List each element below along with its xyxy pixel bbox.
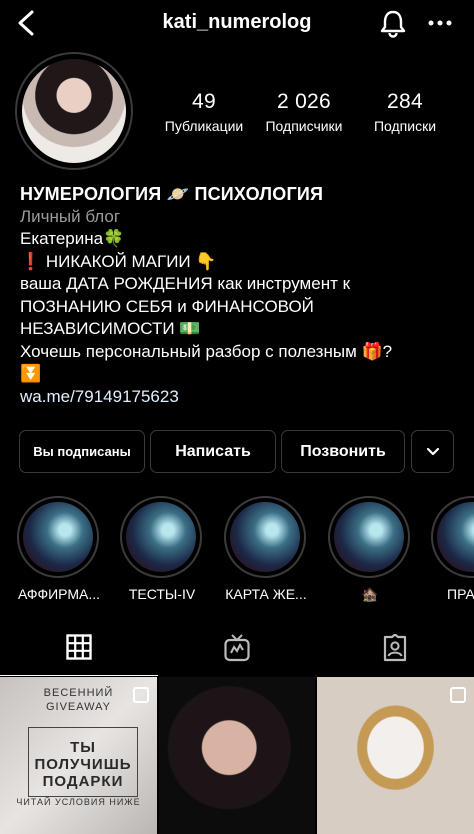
message-button[interactable]: Написать: [150, 430, 276, 473]
post-thumbnail[interactable]: ВЕСЕННИЙ GIVEAWAY ТЫ ПОЛУЧИШЬ ПОДАРКИ ЧИ…: [0, 677, 157, 834]
profile-category: Личный блог: [20, 206, 121, 226]
profile-tabs: [0, 620, 474, 676]
following-label: Подписки: [373, 118, 437, 134]
posts-count: 49: [192, 90, 216, 113]
stat-posts[interactable]: 49 Публикации: [154, 90, 254, 134]
bio-line: ⏬: [20, 364, 42, 383]
post-grid: ВЕСЕННИЙ GIVEAWAY ТЫ ПОЛУЧИШЬ ПОДАРКИ ЧИ…: [0, 677, 474, 834]
following-button[interactable]: Вы подписаны: [19, 430, 145, 473]
tagged-icon: [383, 634, 407, 662]
highlight-item[interactable]: АФФИРМА...: [17, 496, 101, 602]
highlight-ring: [328, 496, 410, 578]
tab-igtv[interactable]: [158, 620, 316, 676]
posts-label: Публикации: [164, 118, 244, 134]
highlight-ring: [17, 496, 99, 578]
bio-line: Хочешь персональный разбор с полезным 🎁?: [20, 341, 393, 361]
bio-link[interactable]: wa.me/79149175623: [20, 386, 460, 409]
post-thumbnail[interactable]: [317, 677, 474, 834]
stat-followers[interactable]: 2 026 Подписчики: [254, 90, 354, 134]
highlight-cover: [437, 502, 474, 572]
following-count: 284: [387, 90, 423, 113]
bio-line: НЕЗАВИСИМОСТИ 💵: [20, 319, 201, 338]
highlight-label: ПРА: [447, 586, 474, 602]
post-thumbnail[interactable]: [159, 677, 315, 834]
multi-post-icon: [450, 687, 466, 703]
followers-label: Подписчики: [265, 118, 343, 134]
highlight-cover: [230, 502, 300, 572]
chevron-down-icon: [426, 447, 439, 456]
bio-line: ПОЗНАНИЮ СЕБЯ и ФИНАНСОВОЙ: [20, 296, 314, 316]
highlight-cover: [126, 502, 196, 572]
bio-line: ваша ДАТА РОЖДЕНИЯ как инструмент к: [20, 274, 351, 293]
suggestions-dropdown-button[interactable]: [411, 430, 454, 473]
more-icon[interactable]: [426, 8, 454, 38]
profile-bio: НУМЕРОЛОГИЯ 🪐 ПСИХОЛОГИЯ Личный блог Ека…: [20, 183, 460, 408]
highlight-ring: [431, 496, 474, 578]
profile-header: kati_numerolog: [0, 0, 474, 46]
post-text: GIVEAWAY: [45, 701, 112, 713]
highlight-cover: [334, 502, 404, 572]
highlight-label: ТЕСТЫ-IV: [128, 586, 196, 602]
bio-line: Екатерина🍀: [20, 229, 125, 248]
post-text: ЧИТАЙ УСЛОВИЯ НИЖЕ: [16, 797, 141, 807]
tab-grid[interactable]: [0, 620, 158, 676]
tab-tagged[interactable]: [316, 620, 474, 676]
highlight-ring: [120, 496, 202, 578]
highlight-label: АФФИРМА...: [17, 586, 101, 602]
highlight-label: 🏚️: [361, 586, 379, 602]
highlight-item[interactable]: ТЕСТЫ-IV: [120, 496, 204, 602]
bell-icon[interactable]: [378, 8, 408, 38]
grid-icon: [66, 634, 92, 660]
bio-line: ❗ НИКАКОЙ МАГИИ 👇: [20, 251, 217, 271]
multi-post-icon: [133, 687, 149, 703]
highlight-item[interactable]: КАРТА ЖЕ...: [224, 496, 308, 602]
igtv-icon: [224, 634, 250, 662]
highlight-ring: [224, 496, 306, 578]
highlight-item[interactable]: 🏚️: [328, 496, 412, 603]
avatar[interactable]: [22, 59, 126, 163]
profile-display-name: НУМЕРОЛОГИЯ 🪐 ПСИХОЛОГИЯ: [20, 184, 324, 204]
post-headline: ТЫ ПОЛУЧИШЬ ПОДАРКИ: [34, 739, 132, 790]
highlight-cover: [23, 502, 93, 572]
call-button[interactable]: Позвонить: [281, 430, 405, 473]
highlight-label: КАРТА ЖЕ...: [225, 586, 307, 602]
followers-count: 2 026: [276, 90, 332, 113]
highlight-item[interactable]: ПРА: [431, 496, 474, 602]
stat-following[interactable]: 284 Подписки: [355, 90, 455, 134]
